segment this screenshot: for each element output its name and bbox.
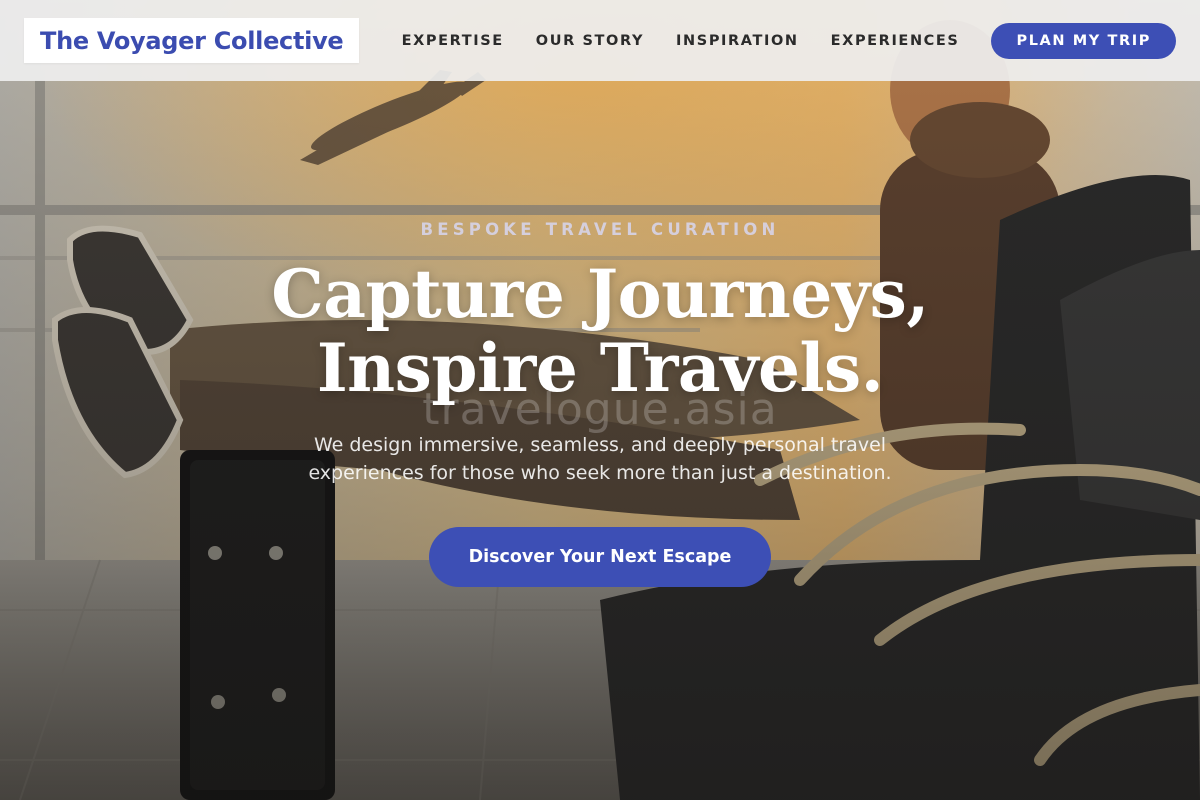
hero-section: BESPOKE TRAVEL CURATION Capture Journeys… <box>0 81 1200 800</box>
nav-item-experiences[interactable]: EXPERIENCES <box>831 33 960 49</box>
main-nav: EXPERTISE OUR STORY INSPIRATION EXPERIEN… <box>402 22 1176 59</box>
discover-escape-button[interactable]: Discover Your Next Escape <box>428 527 772 587</box>
nav-item-inspiration[interactable]: INSPIRATION <box>676 33 799 49</box>
plan-my-trip-button[interactable]: PLAN MY TRIP <box>991 22 1176 59</box>
hero-headline-line-1: Capture Journeys, <box>271 255 929 333</box>
hero-eyebrow: BESPOKE TRAVEL CURATION <box>420 220 780 239</box>
nav-item-expertise[interactable]: EXPERTISE <box>402 33 504 49</box>
image-watermark: travelogue.asia <box>422 384 778 435</box>
site-header: The Voyager Collective EXPERTISE OUR STO… <box>0 0 1200 81</box>
hero-subtext: We design immersive, seamless, and deepl… <box>308 434 892 484</box>
hero-headline: Capture Journeys, Inspire Travels. <box>271 257 929 405</box>
brand-logo[interactable]: The Voyager Collective <box>24 18 360 63</box>
nav-item-our-story[interactable]: OUR STORY <box>536 33 644 49</box>
